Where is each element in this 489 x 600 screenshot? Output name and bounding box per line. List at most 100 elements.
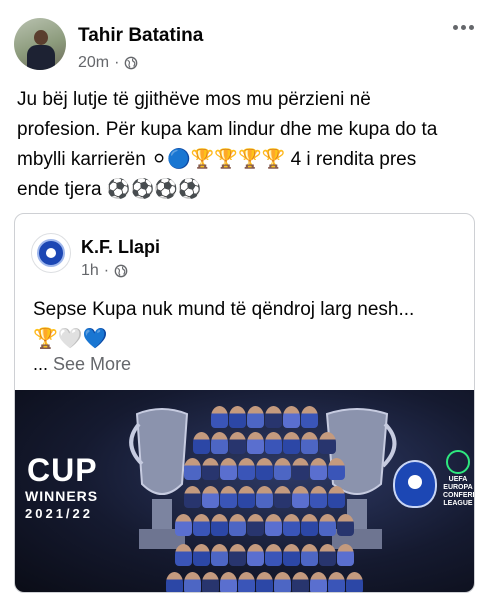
team-player [229, 406, 246, 428]
post-text: Ju bëj lutje të gjithëve mos mu përzieni… [17, 85, 479, 205]
team-player [283, 406, 300, 428]
more-dot [460, 24, 466, 30]
team-player [220, 458, 237, 480]
crest-ball [408, 475, 422, 489]
post-meta: 20m · [78, 54, 138, 72]
uecl-ring-icon [446, 450, 470, 474]
team-player [292, 458, 309, 480]
team-player [229, 544, 246, 566]
team-player [319, 432, 336, 454]
team-player [274, 572, 291, 592]
team-player [211, 432, 228, 454]
team-player [256, 572, 273, 592]
meta-separator: · [114, 54, 120, 71]
team-player [193, 514, 210, 536]
team-player [202, 486, 219, 508]
crest-shield [37, 239, 65, 267]
team-player [301, 514, 318, 536]
team-player [256, 486, 273, 508]
shared-post-text: Sepse Kupa nuk mund të qëndroj larg nesh… [33, 299, 415, 320]
post-author-name[interactable]: Tahir Batatina [78, 25, 203, 47]
crest-ball [46, 248, 56, 258]
team-player [238, 486, 255, 508]
ellipsis: ... [33, 354, 49, 374]
uefa-conference-league-logo: UEFA EUROPA CONFERENCE LEAGUE [443, 450, 474, 508]
see-more-row: ... See More [33, 354, 131, 375]
team-player [202, 458, 219, 480]
team-player [229, 514, 246, 536]
team-player [283, 544, 300, 566]
team-player [238, 458, 255, 480]
team-player [301, 544, 318, 566]
team-player [193, 432, 210, 454]
post-time[interactable]: 20m [78, 54, 109, 72]
team-player [211, 544, 228, 566]
team-player [247, 544, 264, 566]
more-dot [452, 24, 458, 30]
shared-meta-separator: · [103, 262, 110, 279]
team-player [247, 406, 264, 428]
uecl-line: CONFERENCE [443, 492, 474, 499]
team-player [247, 514, 264, 536]
team-player [265, 544, 282, 566]
uecl-line: LEAGUE [443, 500, 473, 507]
team-player [175, 514, 192, 536]
team-player [292, 572, 309, 592]
team-player [211, 406, 228, 428]
see-more-link[interactable]: See More [53, 354, 131, 374]
more-dot [468, 24, 474, 30]
team-player [292, 486, 309, 508]
team-player [337, 514, 354, 536]
team-player [319, 544, 336, 566]
cup-winners-banner-image[interactable]: CUP WINNERS 2021/22 UEFA EUROPA CONFEREN… [15, 390, 474, 592]
team-player [184, 486, 201, 508]
team-player [265, 432, 282, 454]
uecl-line: UEFA [448, 476, 468, 483]
team-player [229, 432, 246, 454]
team-player [211, 514, 228, 536]
author-avatar[interactable] [14, 18, 66, 70]
team-player [283, 514, 300, 536]
globe-icon[interactable] [114, 264, 128, 278]
avatar-body [27, 45, 55, 70]
shared-author-name[interactable]: K.F. Llapi [81, 237, 160, 258]
shared-time[interactable]: 1h [81, 262, 99, 280]
club-crest-icon[interactable] [31, 233, 71, 273]
team-player [310, 572, 327, 592]
team-player [265, 514, 282, 536]
team-player [310, 458, 327, 480]
team-player [328, 486, 345, 508]
post-header: Tahir Batatina 20m · [14, 14, 476, 78]
banner-winners-label: WINNERS [25, 488, 99, 504]
team-player [274, 486, 291, 508]
kf-llapi-crest-icon [393, 460, 437, 508]
uecl-line: EUROPA [443, 484, 473, 491]
team-player [301, 406, 318, 428]
team-player [310, 486, 327, 508]
team-player [238, 572, 255, 592]
team-player [184, 458, 201, 480]
team-player [202, 572, 219, 592]
shared-post-card[interactable]: K.F. Llapi 1h · Sepse Kupa nuk mund të q… [14, 213, 475, 593]
team-player [265, 406, 282, 428]
team-player [256, 458, 273, 480]
globe-icon[interactable] [124, 56, 138, 70]
shared-emoji-line: 🏆🤍💙 [33, 328, 108, 350]
team-player [301, 432, 318, 454]
team-player [328, 572, 345, 592]
team-player [220, 486, 237, 508]
post-text-line: mbylli karrierën ⚪🔵🏆🏆🏆🏆 4 i rendita pres [17, 149, 417, 170]
team-player [247, 432, 264, 454]
team-player [193, 544, 210, 566]
team-player [274, 458, 291, 480]
avatar-head [34, 30, 48, 45]
more-options-icon[interactable] [450, 20, 476, 34]
team-photo [165, 406, 365, 592]
shared-meta: 1h · [81, 262, 128, 280]
team-player [184, 572, 201, 592]
banner-season: 2021/22 [25, 506, 93, 521]
team-player [337, 544, 354, 566]
banner-cup-title: CUP [27, 452, 98, 488]
post-text-line: Ju bëj lutje të gjithëve mos mu përzieni… [17, 89, 371, 110]
team-player [346, 572, 363, 592]
